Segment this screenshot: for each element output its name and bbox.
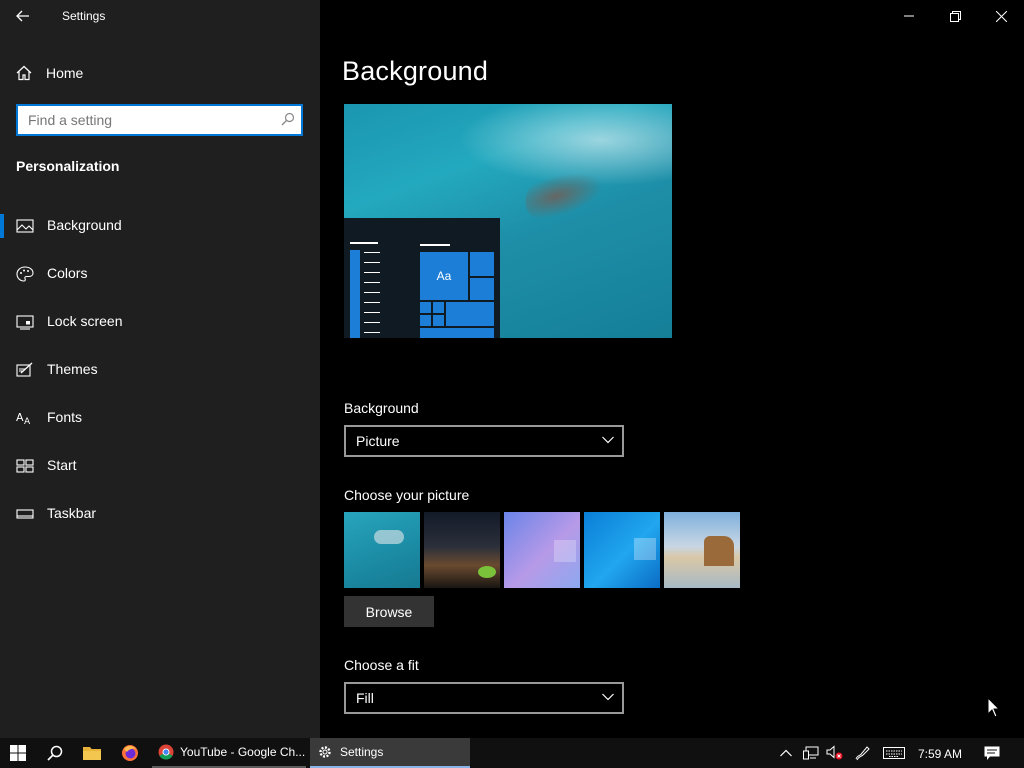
choose-picture-label: Choose your picture xyxy=(344,487,470,503)
home-label: Home xyxy=(46,65,84,81)
pen-workspace-button[interactable] xyxy=(850,738,874,768)
back-button[interactable] xyxy=(10,4,36,28)
fit-dropdown[interactable]: Fill xyxy=(344,682,624,714)
sidebar-item-label: Start xyxy=(47,457,77,473)
page-title: Background xyxy=(342,56,489,86)
chevron-up-icon xyxy=(780,749,792,757)
network-icon xyxy=(803,746,819,760)
restore-icon xyxy=(949,10,961,22)
restore-button[interactable] xyxy=(932,0,978,32)
sidebar-nav: Background Colors Lock screen Themes AA … xyxy=(0,202,320,538)
sidebar-item-background[interactable]: Background xyxy=(0,202,320,250)
thumbnail-windows-blue[interactable] xyxy=(584,512,660,588)
thumbnail-windows-light[interactable] xyxy=(504,512,580,588)
home-icon xyxy=(16,65,32,81)
taskbar-app-chrome[interactable]: YouTube - Google Ch... xyxy=(152,738,306,768)
thumbnail-underwater[interactable] xyxy=(344,512,420,588)
picture-icon xyxy=(16,219,34,233)
mouse-cursor-icon xyxy=(987,697,1001,718)
background-dropdown[interactable]: Picture xyxy=(344,425,624,457)
taskbar-search-button[interactable] xyxy=(36,738,74,768)
firefox-button[interactable] xyxy=(112,738,148,768)
search-input[interactable] xyxy=(18,106,278,134)
network-button[interactable] xyxy=(800,738,822,768)
folder-icon xyxy=(83,747,101,760)
background-dropdown-value: Picture xyxy=(356,433,400,449)
search-box[interactable] xyxy=(16,104,303,136)
taskbar-app-label: Settings xyxy=(340,745,384,759)
settings-window: Settings Home Personalization Background… xyxy=(0,0,1024,738)
taskbar-app-settings[interactable]: Settings xyxy=(310,738,470,768)
windows-logo-icon xyxy=(10,745,26,761)
sidebar-item-label: Colors xyxy=(47,265,88,281)
home-link[interactable]: Home xyxy=(16,58,306,88)
title-bar: Settings xyxy=(0,0,320,32)
active-indicator xyxy=(0,214,4,238)
sidebar-item-label: Lock screen xyxy=(47,313,123,329)
notification-icon xyxy=(984,746,1000,760)
sidebar: Settings Home Personalization Background… xyxy=(0,0,320,738)
start-menu-mock: Aa xyxy=(344,218,500,338)
taskbar-icon xyxy=(16,509,34,519)
svg-text:A: A xyxy=(16,411,24,424)
taskbar-app-label: YouTube - Google Ch... xyxy=(180,745,306,759)
palette-icon xyxy=(16,266,34,282)
volume-muted-icon xyxy=(826,745,843,760)
lock-screen-icon xyxy=(16,315,34,330)
volume-button[interactable] xyxy=(824,738,846,768)
start-button[interactable] xyxy=(0,738,36,768)
main-content: Background Aa Background Picture Choose … xyxy=(320,0,1024,738)
thumbnail-night-sky[interactable] xyxy=(424,512,500,588)
sidebar-item-lock-screen[interactable]: Lock screen xyxy=(0,298,320,346)
mock-tiles: Aa xyxy=(420,252,494,338)
minimize-icon xyxy=(904,15,914,17)
sidebar-item-fonts[interactable]: AA Fonts xyxy=(0,394,320,442)
chrome-icon xyxy=(158,744,174,760)
sidebar-item-taskbar[interactable]: Taskbar xyxy=(0,490,320,538)
fit-dropdown-value: Fill xyxy=(356,690,374,706)
firefox-icon xyxy=(122,745,138,761)
taskbar-clock[interactable]: 7:59 AM xyxy=(918,747,962,761)
thumbnail-beach[interactable] xyxy=(664,512,740,588)
start-icon xyxy=(16,459,34,473)
svg-text:A: A xyxy=(24,417,31,426)
action-center-button[interactable] xyxy=(978,738,1006,768)
sidebar-item-label: Fonts xyxy=(47,409,83,425)
background-preview: Aa xyxy=(344,104,672,338)
close-button[interactable] xyxy=(978,0,1024,32)
fonts-icon: AA xyxy=(16,411,31,426)
minimize-button[interactable] xyxy=(886,0,932,32)
search-icon xyxy=(47,745,63,761)
app-title: Settings xyxy=(62,9,106,23)
mock-line xyxy=(420,244,450,246)
sidebar-item-label: Taskbar xyxy=(47,505,97,521)
chevron-down-icon xyxy=(602,693,614,701)
choose-fit-label: Choose a fit xyxy=(344,657,419,673)
search-icon[interactable] xyxy=(281,112,295,126)
sidebar-item-label: Themes xyxy=(47,361,98,377)
background-label: Background xyxy=(344,400,419,416)
sidebar-item-colors[interactable]: Colors xyxy=(0,250,320,298)
picture-thumbnails xyxy=(344,512,740,588)
back-arrow-icon xyxy=(16,10,29,22)
touch-keyboard-button[interactable] xyxy=(880,738,908,768)
keyboard-icon xyxy=(883,747,905,759)
taskbar: YouTube - Google Ch... Settings 7:59 AM xyxy=(0,738,1024,768)
close-icon xyxy=(995,10,1007,22)
show-hidden-icons-button[interactable] xyxy=(776,738,796,768)
browse-button[interactable]: Browse xyxy=(344,596,434,627)
pen-icon xyxy=(855,746,870,761)
sidebar-item-start[interactable]: Start xyxy=(0,442,320,490)
gear-icon xyxy=(319,746,331,758)
sidebar-item-label: Background xyxy=(47,217,122,233)
section-title: Personalization xyxy=(16,158,120,174)
mock-tile-aa: Aa xyxy=(420,252,468,300)
themes-icon xyxy=(16,362,33,377)
sidebar-item-themes[interactable]: Themes xyxy=(0,346,320,394)
file-explorer-button[interactable] xyxy=(74,738,110,768)
chevron-down-icon xyxy=(602,436,614,444)
